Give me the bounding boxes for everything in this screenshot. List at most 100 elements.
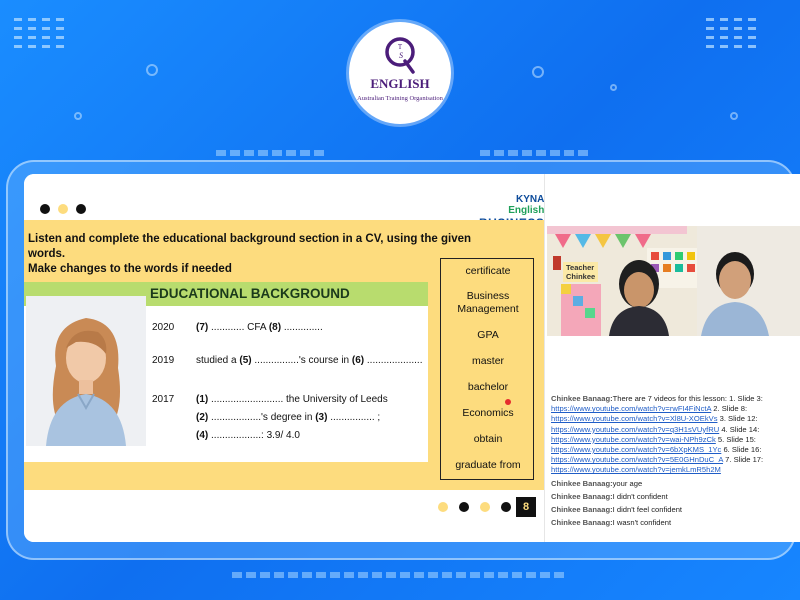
brand-line1: KYNA English (479, 194, 544, 216)
instruction-line1: Listen and complete the educational back… (28, 233, 472, 260)
dot (438, 502, 448, 512)
word-bank-item: obtain (473, 433, 503, 445)
chat-sender: Chinkee Banaag: (551, 394, 613, 403)
chat-sender: Chinkee Banaag: (551, 518, 613, 528)
chat-message-cont: https://www.youtube.com/watch?v=6bXpKMS_… (551, 445, 797, 455)
blank-number: (6) (351, 355, 365, 366)
chat-message: Chinkee Banaag:I didn't feel confident (551, 505, 797, 515)
chat-message: Chinkee Banaag:your age (551, 479, 797, 489)
chat-message-cont: https://www.youtube.com/watch?v=Xl8U-XOE… (551, 414, 797, 424)
chat-link[interactable]: https://www.youtube.com/watch?v=6bXpKMS_… (551, 445, 721, 454)
chat-link[interactable]: https://www.youtube.com/watch?v=wai-NPh9… (551, 435, 716, 444)
chat-link[interactable]: https://www.youtube.com/watch?v=Xl8U-XOE… (551, 414, 718, 423)
dot (76, 204, 86, 214)
chat-text: 5. Slide 15: (715, 434, 756, 444)
education-card: EDUCATIONAL BACKGROUND 2020 (7) ........… (24, 282, 428, 462)
blank-number: (8) (268, 322, 282, 333)
entry-text: ................ ; (327, 412, 381, 423)
chat-sender: Chinkee Banaag: (551, 491, 613, 501)
chat-text: I wasn't confident (612, 518, 672, 528)
chat-text: I didn't feel confident (612, 505, 683, 515)
lesson-window: KYNA English BUSINESS Listen and complet… (24, 174, 800, 542)
decor-ring (610, 84, 617, 91)
chat-message: Chinkee Banaag:I didn't confident (551, 492, 797, 502)
chat-sender: Chinkee Banaag: (551, 478, 613, 488)
dot (40, 204, 50, 214)
profile-photo (26, 296, 146, 446)
entry-text: ..................'s degree in (208, 412, 316, 423)
entry-2017-degree: (2) ..................'s degree in (3) .… (196, 412, 380, 423)
slide-pagination-dots (438, 502, 511, 512)
entry-year: 2020 (152, 322, 175, 333)
slide-window-dots (40, 204, 86, 214)
chat-message-cont: https://www.youtube.com/watch?v=5E0GHnDu… (551, 455, 797, 465)
svg-text:S: S (399, 51, 403, 60)
blank-number: (1) (196, 394, 209, 405)
webcam-video[interactable]: Teacher Chinkee (547, 226, 800, 336)
entry-text: ..................: 3.9/ 4.0 (208, 430, 300, 441)
entry-year: 2017 (152, 394, 175, 405)
entry-2017: 2017 (1) .......................... the U… (152, 394, 388, 405)
word-bank-item: bachelor (467, 381, 509, 393)
word-bank-item: Economics (462, 407, 514, 419)
chat-link[interactable]: https://www.youtube.com/watch?v=5E0GHnDu… (551, 455, 723, 464)
entry-text: ................'s course in (251, 355, 352, 366)
chat-text: 3. Slide 12: (717, 414, 758, 424)
pointer-dot (505, 399, 511, 405)
teacher-label-line1: Teacher (566, 263, 595, 272)
exercise-panel: Listen and complete the educational back… (24, 220, 544, 490)
decor-dashes-bottom (232, 572, 564, 578)
entry-2017-gpa: (4) ..................: 3.9/ 4.0 (196, 430, 300, 441)
chat-message: Chinkee Banaag:I wasn't confident (551, 518, 797, 528)
brand-english: English (508, 205, 545, 216)
word-bank: certificate Business Management GPA mast… (440, 258, 534, 480)
decor-ring (146, 64, 158, 76)
dot (501, 502, 511, 512)
blank-number: (7) (196, 322, 209, 333)
word-bank-item: Management (457, 303, 519, 315)
instruction-line2: Make changes to the words if needed (28, 263, 232, 275)
decor-grid-right (706, 18, 756, 48)
logo-title: ENGLISH (370, 76, 430, 91)
word-bank-item: certificate (465, 265, 511, 277)
logo-subtitle: Australian Training Organisation (357, 95, 443, 102)
decor-ring (74, 112, 82, 120)
dot (459, 502, 469, 512)
page-number: 8 (516, 497, 536, 517)
decor-grid-left (14, 18, 64, 48)
dot (58, 204, 68, 214)
chat-link[interactable]: https://www.youtube.com/watch?v=q3H1sVUy… (551, 425, 719, 434)
chat-message-cont: https://www.youtube.com/watch?v=q3H1sVUy… (551, 425, 797, 435)
chat-text: your age (612, 478, 643, 488)
chat-sender: Chinkee Banaag: (551, 505, 613, 515)
woman-portrait-image (26, 296, 146, 446)
decor-ring (730, 112, 738, 120)
word-bank-item: Business (466, 290, 510, 302)
entry-text: .......................... the Universit… (208, 394, 388, 405)
blank-number: (3) (315, 412, 328, 423)
chat-text: 6. Slide 16: (721, 445, 762, 455)
entry-2020: 2020 (7) ............ CFA (8) ...........… (152, 322, 323, 333)
chat-message-cont: https://www.youtube.com/watch?v=jemkLmR5… (551, 465, 797, 475)
chat-message-cont: https://www.youtube.com/watch?v=rwFI4FiN… (551, 404, 797, 414)
chat-text: I didn't confident (612, 491, 668, 501)
instruction: Listen and complete the educational back… (28, 232, 498, 277)
entry-2019: 2019 studied a (5) ................'s cou… (152, 355, 422, 366)
decor-dashes-top (480, 150, 588, 156)
class-sidebar: Teacher Chinkee Chinkee Banaag:There are… (544, 174, 800, 542)
chat-link[interactable]: https://www.youtube.com/watch?v=jemkLmR5… (551, 465, 721, 474)
chat-text: 2. Slide 8: (711, 404, 748, 414)
word-bank-item: master (471, 355, 505, 367)
lesson-slide: KYNA English BUSINESS Listen and complet… (24, 174, 544, 542)
chat-link[interactable]: https://www.youtube.com/watch?v=rwFI4FiN… (551, 404, 711, 413)
entry-text: .............. (281, 322, 323, 333)
decor-ring (532, 66, 544, 78)
chat-message: Chinkee Banaag:There are 7 videos for th… (551, 394, 797, 404)
entry-text: .................... (364, 355, 423, 366)
entry-text: studied a (196, 355, 240, 366)
dot (480, 502, 490, 512)
chat-text: 4. Slide 14: (719, 424, 760, 434)
teacher-name-tag: Teacher Chinkee (563, 262, 599, 282)
chat-text: 7. Slide 17: (723, 455, 764, 465)
brand-logo: T S ENGLISH Australian Training Organisa… (349, 22, 451, 124)
